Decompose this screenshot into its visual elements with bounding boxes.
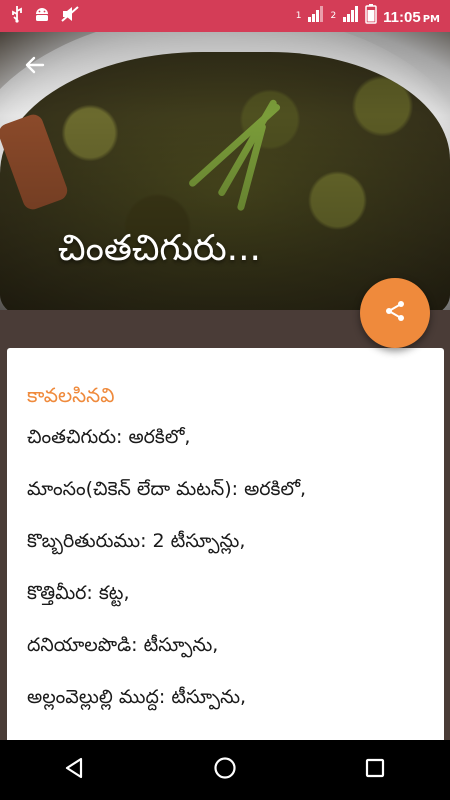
nav-recents-icon [365,758,385,782]
status-time: 11:05 PM [383,8,440,26]
share-icon [383,299,407,327]
usb-icon [10,5,24,27]
nav-back-button[interactable] [50,745,100,795]
status-bar: 1 2 11:05 PM [0,0,450,32]
ingredient-item: దనియాలపొడి: టీస్పూను, [27,634,219,656]
ingredient-item: చింతచిగురు: అరకిలో, [27,426,191,448]
page-title: చింతచిగురు... [58,228,261,269]
ingredient-item: కొత్తిమీర: కట్ట, [27,582,130,604]
ingredient-item: కొబ్బరితురుము: 2 టీస్పూన్లు, [27,530,246,552]
nav-home-button[interactable] [200,745,250,795]
status-notifications [10,5,80,27]
sim1-label: 1 [295,11,302,21]
sim2-label: 2 [330,11,337,21]
recipe-hero-image: చింతచిగురు... [0,32,450,310]
ingredient-item: మాంసం(చికెన్ లేదా మటన్): అరకిలో, [27,478,307,500]
ingredients-card: కావలసినవి చింతచిగురు: అరకిలో, మాంసం(చికె… [7,348,444,748]
navigation-bar [0,740,450,800]
mute-icon [60,5,80,27]
ingredient-item: అల్లంవెల్లుల్లి ముద్ద: టీస్పూను, [27,686,247,708]
nav-home-icon [213,756,237,784]
arrow-left-icon [23,53,47,81]
section-heading: కావలసినవి [27,383,115,407]
nav-back-icon [64,757,86,783]
back-button[interactable] [20,52,50,82]
android-icon [34,5,50,27]
signal-sim1-icon [308,6,324,26]
status-system: 1 2 11:05 PM [296,4,440,28]
signal-sim2-icon [343,6,359,26]
nav-recents-button[interactable] [350,745,400,795]
battery-icon [365,4,377,28]
share-button[interactable] [360,278,430,348]
